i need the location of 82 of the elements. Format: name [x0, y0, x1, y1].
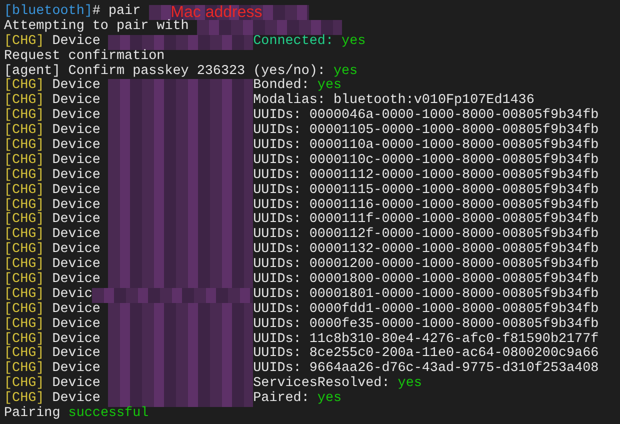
output-text: Device	[51, 79, 102, 94]
output-text: UUIDs: 0000112f-0000-1000-8000-00805f9b34fb	[253, 228, 599, 242]
status-tag: [CHG]	[4, 94, 44, 110]
output-text: [agent] Confirm passkey 236323 (yes/no):	[4, 64, 326, 79]
output-text: UUIDs: 0000046a-0000-1000-8000-00805f9b34fb	[253, 109, 599, 124]
status-tag: [CHG]	[4, 228, 44, 244]
output-text: Device	[52, 392, 100, 406]
output-text: Device	[51, 154, 102, 168]
output-text: Request confirmation	[4, 50, 165, 64]
status-tag: [CHG]	[4, 377, 44, 392]
output-text: UUIDs: 0000110a-0000-1000-8000-00805f9b34fb	[253, 139, 599, 154]
status-tag: [CHG]	[4, 198, 44, 214]
status-tag: [CHG]	[4, 243, 44, 258]
status-tag: [CHG]	[4, 124, 44, 140]
output-text: UUIDs: 8ce255c0-200a-11e0-ac64-0800200c9a66	[253, 347, 599, 362]
output-text: Modalias: bluetooth:v010Fp107Ed1436	[253, 94, 534, 108]
output-text: Device	[51, 302, 102, 317]
status-tag: [CHG]	[4, 273, 44, 288]
output-text: Pairing	[4, 407, 62, 422]
output-text: # pair	[92, 5, 142, 19]
output-text: UUIDs: 00001115-0000-1000-8000-00805f9b34fb	[253, 184, 599, 198]
status-tag: [CHG]	[4, 168, 44, 184]
output-text: Device	[51, 362, 102, 376]
status-tag: [CHG]	[4, 302, 44, 318]
output-text: UUIDs: 00001801-0000-1000-8000-00805f9b34fb	[253, 288, 599, 302]
status-tag: [CHG]	[4, 318, 44, 333]
output-text: UUIDs: 00001132-0000-1000-8000-00805f9b34fb	[253, 243, 599, 258]
status-tag: [CHG]	[4, 347, 44, 362]
output-text: Attempting to pair with	[4, 20, 190, 34]
success-text: yes	[333, 64, 358, 80]
output-text: UUIDs: 0000fe35-0000-1000-8000-00805f9b34fb	[253, 318, 599, 332]
output-text: Bonded:	[253, 79, 310, 94]
output-text: Device	[51, 318, 102, 332]
status-tag: [CHG]	[4, 139, 44, 154]
output-text: Device	[51, 258, 102, 272]
status-tag: [CHG]	[4, 154, 44, 169]
output-text: Paired:	[253, 392, 310, 408]
status-tag: [CHG]	[4, 288, 44, 303]
output-text: UUIDs: 00001800-0000-1000-8000-00805f9b34fb	[253, 273, 599, 288]
status-tag: [CHG]	[4, 213, 44, 228]
output-text: UUIDs: 00001112-0000-1000-8000-00805f9b34fb	[253, 168, 599, 183]
success-text: yes	[342, 34, 366, 50]
status-tag: [CHG]	[4, 79, 44, 94]
success-text: yes	[317, 392, 342, 408]
output-text: Device	[51, 243, 102, 258]
output-text: UUIDs: 11c8b310-80e4-4276-afc0-f81590b2177f	[253, 332, 599, 347]
output-text: Device	[51, 213, 102, 228]
status-tag: [CHG]	[4, 34, 44, 50]
output-text: Device	[51, 139, 102, 154]
output-text: UUIDs: 0000fdd1-0000-1000-8000-00805f9b34fb	[253, 302, 599, 317]
output-text: Device	[51, 377, 102, 392]
output-text: UUIDs: 00001116-0000-1000-8000-00805f9b34fb	[253, 198, 599, 213]
annotated-redaction: Mac address	[148, 4, 309, 20]
output-text: Device	[51, 332, 102, 347]
success-text: yes	[398, 377, 422, 392]
status-tag: [CHG]	[4, 258, 44, 274]
output-text: Device	[51, 109, 102, 124]
output-text: UUIDs: 0000111f-0000-1000-8000-00805f9b34fb	[253, 213, 599, 228]
output-text: Devic	[51, 288, 92, 302]
status-tag: [CHG]	[4, 332, 44, 348]
output-text: UUIDs: 00001200-0000-1000-8000-00805f9b34fb	[253, 258, 599, 272]
output-text: Device	[51, 347, 102, 362]
output-text: UUIDs: 00001105-0000-1000-8000-00805f9b34fb	[253, 124, 599, 138]
output-text: ServicesResolved:	[253, 377, 391, 392]
status-tag: [CHG]	[4, 362, 44, 378]
success-text: successful	[68, 407, 149, 422]
output-text: Device	[51, 273, 102, 288]
output-text: Device	[51, 184, 102, 198]
prompt-text: [bluetooth]	[4, 5, 92, 19]
success-text: yes	[317, 79, 342, 94]
output-text: Device	[51, 94, 102, 108]
status-tag: [CHG]	[4, 392, 44, 408]
output-text: Device	[51, 34, 102, 49]
output-text: UUIDs: 0000110c-0000-1000-8000-00805f9b34fb	[253, 154, 599, 168]
output-text: Device	[51, 198, 102, 213]
status-tag: [CHG]	[4, 109, 44, 124]
status-tag: [CHG]	[4, 184, 44, 199]
property-label: Connected:	[253, 34, 334, 50]
output-text: UUIDs: 9664aa26-d76c-43ad-9775-d310f253a408	[253, 362, 599, 376]
output-text: Device	[51, 228, 102, 242]
output-text: Device	[51, 124, 102, 138]
output-text: Device	[51, 168, 102, 183]
